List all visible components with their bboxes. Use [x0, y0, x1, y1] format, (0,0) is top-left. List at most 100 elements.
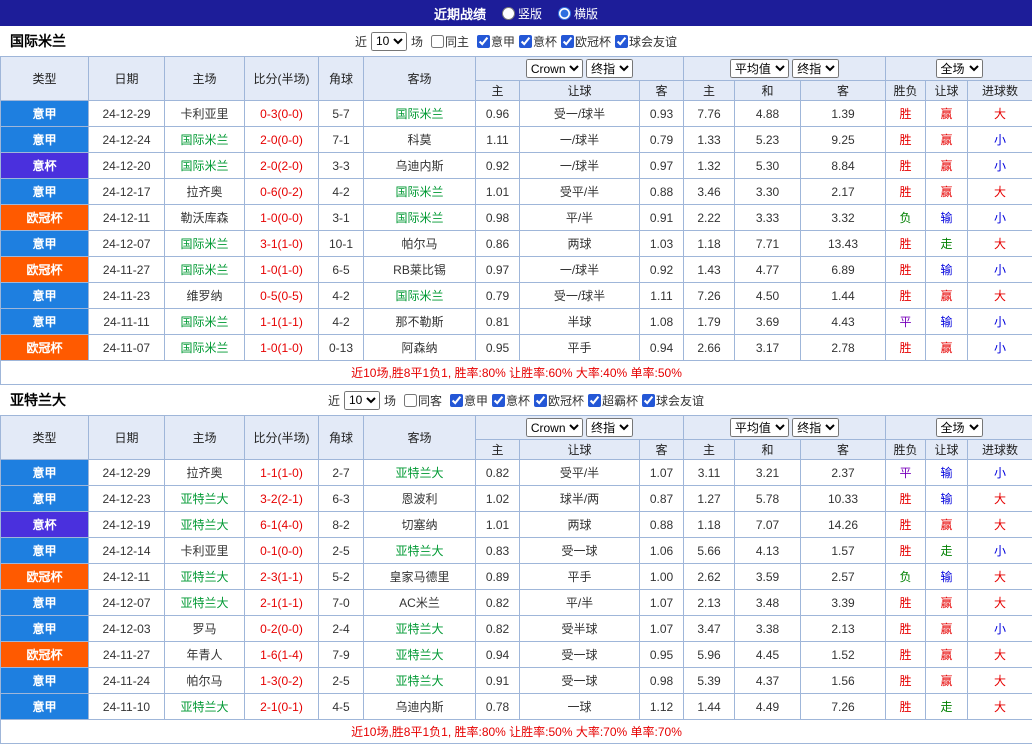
home-team-cell[interactable]: 罗马	[165, 616, 245, 642]
home-team-cell[interactable]: 拉齐奥	[165, 179, 245, 205]
league-checkbox[interactable]	[477, 35, 490, 48]
score-cell[interactable]: 3-1(1-0)	[245, 231, 319, 257]
score-cell[interactable]: 0-2(0-0)	[245, 616, 319, 642]
score-cell[interactable]: 2-3(1-1)	[245, 564, 319, 590]
score-cell[interactable]: 1-0(1-0)	[245, 257, 319, 283]
away-team-cell[interactable]: RB莱比锡	[364, 257, 476, 283]
odds-time-select[interactable]: 终指	[586, 59, 633, 78]
home-team-cell[interactable]: 国际米兰	[165, 257, 245, 283]
home-team-cell[interactable]: 国际米兰	[165, 309, 245, 335]
home-team-cell[interactable]: 国际米兰	[165, 127, 245, 153]
home-team-cell[interactable]: 亚特兰大	[165, 590, 245, 616]
home-team-cell[interactable]: 国际米兰	[165, 153, 245, 179]
layout-option-horizontal[interactable]: 横版	[558, 5, 598, 22]
away-team-cell[interactable]: 国际米兰	[364, 283, 476, 309]
home-team-cell[interactable]: 勒沃库森	[165, 205, 245, 231]
league-filter[interactable]: 意杯	[519, 33, 557, 50]
odds-time-select[interactable]: 终指	[586, 418, 633, 437]
league-filter[interactable]: 意甲	[477, 33, 515, 50]
home-team-cell[interactable]: 维罗纳	[165, 283, 245, 309]
away-team-cell[interactable]: 切塞纳	[364, 512, 476, 538]
score-cell[interactable]: 1-6(1-4)	[245, 642, 319, 668]
away-team-cell[interactable]: 国际米兰	[364, 179, 476, 205]
horizontal-layout-radio[interactable]	[558, 7, 571, 20]
away-team-cell[interactable]: 那不勒斯	[364, 309, 476, 335]
away-team-cell[interactable]: 亚特兰大	[364, 668, 476, 694]
home-team-cell[interactable]: 拉齐奥	[165, 460, 245, 486]
asian-home-odds: 0.86	[476, 231, 520, 257]
home-team-cell[interactable]: 国际米兰	[165, 231, 245, 257]
score-cell[interactable]: 0-5(0-5)	[245, 283, 319, 309]
average-time-select[interactable]: 终指	[792, 418, 839, 437]
layout-option-vertical[interactable]: 竖版	[502, 5, 542, 22]
recent-count-select[interactable]: 10	[371, 32, 407, 51]
away-team-cell[interactable]: 皇家马德里	[364, 564, 476, 590]
home-team-cell[interactable]: 年青人	[165, 642, 245, 668]
odds-company-select[interactable]: Crown	[526, 418, 583, 437]
league-checkbox[interactable]	[642, 394, 655, 407]
league-filter[interactable]: 欧冠杯	[561, 33, 611, 50]
score-cell[interactable]: 2-1(0-1)	[245, 694, 319, 720]
home-team-cell[interactable]: 卡利亚里	[165, 538, 245, 564]
league-filter[interactable]: 球会友谊	[615, 33, 677, 50]
score-cell[interactable]: 1-0(0-0)	[245, 205, 319, 231]
score-cell[interactable]: 2-1(1-1)	[245, 590, 319, 616]
away-team-cell[interactable]: 帕尔马	[364, 231, 476, 257]
score-cell[interactable]: 1-0(1-0)	[245, 335, 319, 361]
league-checkbox[interactable]	[492, 394, 505, 407]
league-filter[interactable]: 意杯	[492, 392, 530, 409]
vertical-layout-radio[interactable]	[502, 7, 515, 20]
league-checkbox[interactable]	[450, 394, 463, 407]
away-team-cell[interactable]: 恩波利	[364, 486, 476, 512]
away-team-cell[interactable]: 亚特兰大	[364, 538, 476, 564]
scope-select[interactable]: 全场	[936, 418, 983, 437]
away-team-cell[interactable]: 亚特兰大	[364, 616, 476, 642]
same-venue-filter[interactable]: 同主	[431, 33, 469, 50]
away-team-cell[interactable]: 科莫	[364, 127, 476, 153]
odds-company-select[interactable]: Crown	[526, 59, 583, 78]
score-cell[interactable]: 0-1(0-0)	[245, 538, 319, 564]
league-checkbox[interactable]	[615, 35, 628, 48]
home-team-cell[interactable]: 卡利亚里	[165, 101, 245, 127]
away-team-cell[interactable]: 乌迪内斯	[364, 153, 476, 179]
home-team-cell[interactable]: 亚特兰大	[165, 694, 245, 720]
score-cell[interactable]: 2-0(2-0)	[245, 153, 319, 179]
score-cell[interactable]: 1-1(1-1)	[245, 309, 319, 335]
home-team-cell[interactable]: 帕尔马	[165, 668, 245, 694]
home-team-cell[interactable]: 亚特兰大	[165, 564, 245, 590]
away-team-cell[interactable]: 亚特兰大	[364, 642, 476, 668]
same-venue-filter[interactable]: 同客	[404, 392, 442, 409]
league-filter[interactable]: 意甲	[450, 392, 488, 409]
scope-select[interactable]: 全场	[936, 59, 983, 78]
average-odds-select[interactable]: 平均值	[730, 418, 789, 437]
score-cell[interactable]: 0-6(0-2)	[245, 179, 319, 205]
date-cell: 24-12-23	[89, 486, 165, 512]
away-team-cell[interactable]: 阿森纳	[364, 335, 476, 361]
away-team-cell[interactable]: AC米兰	[364, 590, 476, 616]
score-cell[interactable]: 6-1(4-0)	[245, 512, 319, 538]
away-team-cell[interactable]: 国际米兰	[364, 101, 476, 127]
average-time-select[interactable]: 终指	[792, 59, 839, 78]
league-checkbox[interactable]	[519, 35, 532, 48]
away-team-cell[interactable]: 乌迪内斯	[364, 694, 476, 720]
recent-count-select[interactable]: 10	[344, 391, 380, 410]
same-venue-checkbox[interactable]	[404, 394, 417, 407]
score-cell[interactable]: 1-1(1-0)	[245, 460, 319, 486]
league-checkbox[interactable]	[588, 394, 601, 407]
home-team-cell[interactable]: 亚特兰大	[165, 486, 245, 512]
away-team-cell[interactable]: 国际米兰	[364, 205, 476, 231]
away-team-cell[interactable]: 亚特兰大	[364, 460, 476, 486]
average-odds-select[interactable]: 平均值	[730, 59, 789, 78]
score-cell[interactable]: 3-2(2-1)	[245, 486, 319, 512]
league-filter[interactable]: 欧冠杯	[534, 392, 584, 409]
home-team-cell[interactable]: 国际米兰	[165, 335, 245, 361]
league-filter[interactable]: 球会友谊	[642, 392, 704, 409]
home-team-cell[interactable]: 亚特兰大	[165, 512, 245, 538]
score-cell[interactable]: 0-3(0-0)	[245, 101, 319, 127]
league-filter[interactable]: 超霸杯	[588, 392, 638, 409]
league-checkbox[interactable]	[561, 35, 574, 48]
score-cell[interactable]: 1-3(0-2)	[245, 668, 319, 694]
league-checkbox[interactable]	[534, 394, 547, 407]
score-cell[interactable]: 2-0(0-0)	[245, 127, 319, 153]
same-venue-checkbox[interactable]	[431, 35, 444, 48]
